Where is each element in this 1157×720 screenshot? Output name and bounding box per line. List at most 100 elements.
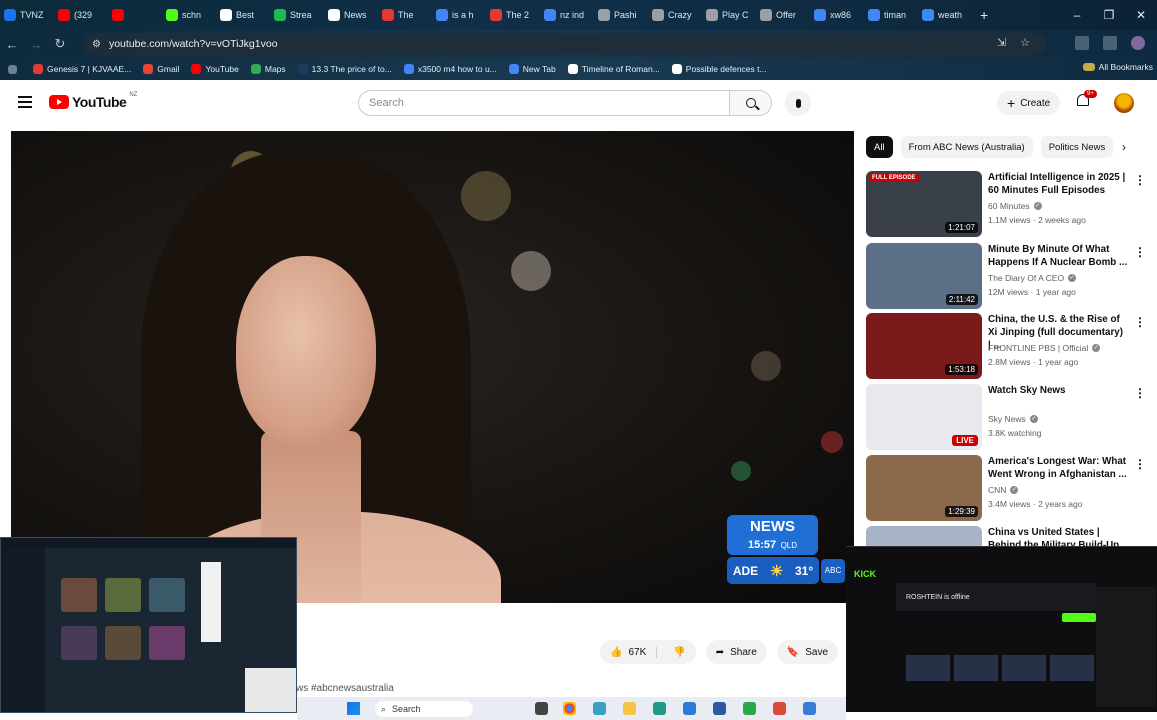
channel-name-row[interactable]: 60 Minutes ✓: [988, 201, 1042, 211]
more-options-icon[interactable]: ⋮: [1134, 457, 1146, 471]
browser-tab[interactable]: (329: [54, 0, 108, 30]
video-thumbnail[interactable]: 1:53:18: [866, 313, 982, 379]
back-button[interactable]: ←: [0, 37, 24, 52]
maximize-button[interactable]: ❐: [1093, 8, 1125, 22]
more-options-icon[interactable]: ⋮: [1134, 315, 1146, 329]
browser-tab[interactable]: is a h: [432, 0, 486, 30]
filter-chip[interactable]: From ABC News (Australia): [900, 136, 1033, 158]
recommended-video[interactable]: FULL EPISODE 1:21:07 Artificial Intelligen…: [866, 171, 1156, 237]
app-icon[interactable]: [773, 702, 786, 715]
video-thumbnail[interactable]: LIVE: [866, 384, 982, 450]
recommended-video[interactable]: LIVE Watch Sky News Sky News ✓ 3.8K watching…: [866, 384, 1156, 450]
hamburger-menu-icon[interactable]: [18, 96, 32, 108]
app-icon[interactable]: [803, 702, 816, 715]
browser-tab[interactable]: The: [378, 0, 432, 30]
browser-tab[interactable]: Best: [216, 0, 270, 30]
browser-tab[interactable]: News: [324, 0, 378, 30]
install-app-icon[interactable]: ⇲: [997, 36, 1006, 49]
bookmark-item[interactable]: Maps: [245, 64, 292, 74]
follow-button[interactable]: [1062, 613, 1096, 622]
video-thumbnail[interactable]: FULL EPISODE 1:21:07: [866, 171, 982, 237]
casino-window-overlay[interactable]: [0, 537, 297, 713]
recommended-video[interactable]: 2:11:42 Minute By Minute Of What Happens …: [866, 243, 1156, 309]
channel-name-row[interactable]: FRONTLINE PBS | Official ✓: [988, 343, 1101, 353]
app-icon[interactable]: [593, 702, 606, 715]
channel-name-row[interactable]: CNN ✓: [988, 485, 1019, 495]
bookmark-item[interactable]: Genesis 7 | KJVAAE...: [27, 64, 137, 74]
save-button[interactable]: 🔖 Save: [776, 640, 839, 664]
browser-tab[interactable]: nz ind: [540, 0, 594, 30]
apps-grid-icon[interactable]: [8, 64, 17, 74]
bookmark-item[interactable]: x3500 m4 how to u...: [398, 64, 503, 74]
browser-tab[interactable]: xw86: [810, 0, 864, 30]
browser-tab[interactable]: weath: [918, 0, 972, 30]
voice-search-button[interactable]: [785, 90, 811, 116]
bookmark-item[interactable]: New Tab: [503, 64, 562, 74]
browser-tab[interactable]: [108, 0, 162, 30]
minimize-button[interactable]: –: [1061, 8, 1093, 22]
forward-button[interactable]: →: [24, 37, 48, 52]
recommended-video[interactable]: 1:53:18 China, the U.S. & the Rise of Xi …: [866, 313, 1156, 379]
windows-start-icon[interactable]: [347, 702, 360, 715]
notifications-bell-icon[interactable]: 9+: [1076, 90, 1097, 110]
kick-window-overlay[interactable]: KICK ROSHTEIN is offline: [846, 546, 1157, 712]
account-avatar[interactable]: [1114, 93, 1134, 113]
description-hashtags[interactable]: ws #abcnewsaustralia: [296, 683, 394, 694]
share-button[interactable]: ➦ Share: [705, 640, 767, 664]
bookmark-item[interactable]: Gmail: [137, 64, 185, 74]
video-thumbnail[interactable]: 2:11:42: [866, 243, 982, 309]
dislike-button[interactable]: 👎: [663, 647, 695, 658]
video-title[interactable]: America's Longest War: What Went Wrong i…: [988, 455, 1128, 481]
edge-icon[interactable]: [653, 702, 666, 715]
address-bar[interactable]: ⚙ youtube.com/watch?v=vOTiJkg1voo ⇲ ☆: [84, 33, 1046, 55]
more-options-icon[interactable]: ⋮: [1134, 245, 1146, 259]
video-title[interactable]: Minute By Minute Of What Happens If A Nu…: [988, 243, 1128, 269]
bookmark-item[interactable]: YouTube: [185, 64, 244, 74]
search-input[interactable]: Search: [358, 90, 730, 116]
channel-name-row[interactable]: The Diary Of A CEO ✓: [988, 273, 1077, 283]
browser-tab[interactable]: Pashi: [594, 0, 648, 30]
extensions-icon[interactable]: [1075, 36, 1089, 50]
sidebar-icon[interactable]: [1103, 36, 1117, 50]
browser-tab[interactable]: Play C: [702, 0, 756, 30]
chrome-icon[interactable]: [563, 702, 576, 715]
video-thumbnail[interactable]: 1:29:39: [866, 455, 982, 521]
more-options-icon[interactable]: ⋮: [1134, 386, 1146, 400]
bookmark-item[interactable]: 13.3 The price of to...: [292, 64, 398, 74]
new-tab-button[interactable]: +: [980, 7, 988, 23]
recommended-video[interactable]: 1:29:39 America's Longest War: What Went …: [866, 455, 1156, 521]
taskbar-search[interactable]: ⌕ Search: [375, 701, 473, 717]
site-info-icon[interactable]: ⚙: [92, 39, 101, 50]
filter-chip[interactable]: All: [866, 136, 893, 158]
chevron-right-icon[interactable]: ›: [1122, 140, 1126, 154]
video-title[interactable]: Watch Sky News: [988, 384, 1128, 397]
app-icon[interactable]: [713, 702, 726, 715]
reload-button[interactable]: ↻: [48, 36, 72, 52]
more-options-icon[interactable]: ⋮: [1134, 173, 1146, 187]
filter-chip[interactable]: Politics News: [1040, 136, 1114, 158]
browser-tab[interactable]: TVNZ: [0, 0, 54, 30]
video-player[interactable]: NEWS 15:57 QLD ADE ☀ 31° ABC: [11, 131, 854, 603]
browser-tab[interactable]: timan: [864, 0, 918, 30]
app-icon[interactable]: [683, 702, 696, 715]
app-icon[interactable]: [743, 702, 756, 715]
close-window-button[interactable]: ✕: [1125, 8, 1157, 22]
bookmark-star-icon[interactable]: ☆: [1020, 36, 1030, 49]
all-bookmarks-button[interactable]: All Bookmarks: [1082, 62, 1153, 72]
channel-name-row[interactable]: Sky News ✓: [988, 414, 1038, 424]
browser-tab[interactable]: Offer: [756, 0, 810, 30]
file-explorer-icon[interactable]: [535, 702, 548, 715]
search-button[interactable]: [730, 90, 772, 116]
browser-tab[interactable]: Crazy: [648, 0, 702, 30]
video-title[interactable]: Artificial Intelligence in 2025 | 60 Min…: [988, 171, 1128, 197]
bookmark-item[interactable]: Possible defences t...: [666, 64, 773, 74]
browser-tab[interactable]: The 2: [486, 0, 540, 30]
bookmark-item[interactable]: Timeline of Roman...: [562, 64, 666, 74]
browser-tab[interactable]: Strea: [270, 0, 324, 30]
like-button[interactable]: 👍 67K: [610, 646, 658, 658]
youtube-logo[interactable]: YouTube NZ: [49, 92, 137, 110]
create-button[interactable]: + Create: [997, 91, 1061, 115]
profile-avatar-icon[interactable]: [1131, 36, 1145, 50]
browser-tab[interactable]: schn: [162, 0, 216, 30]
folder-icon[interactable]: [623, 702, 636, 715]
